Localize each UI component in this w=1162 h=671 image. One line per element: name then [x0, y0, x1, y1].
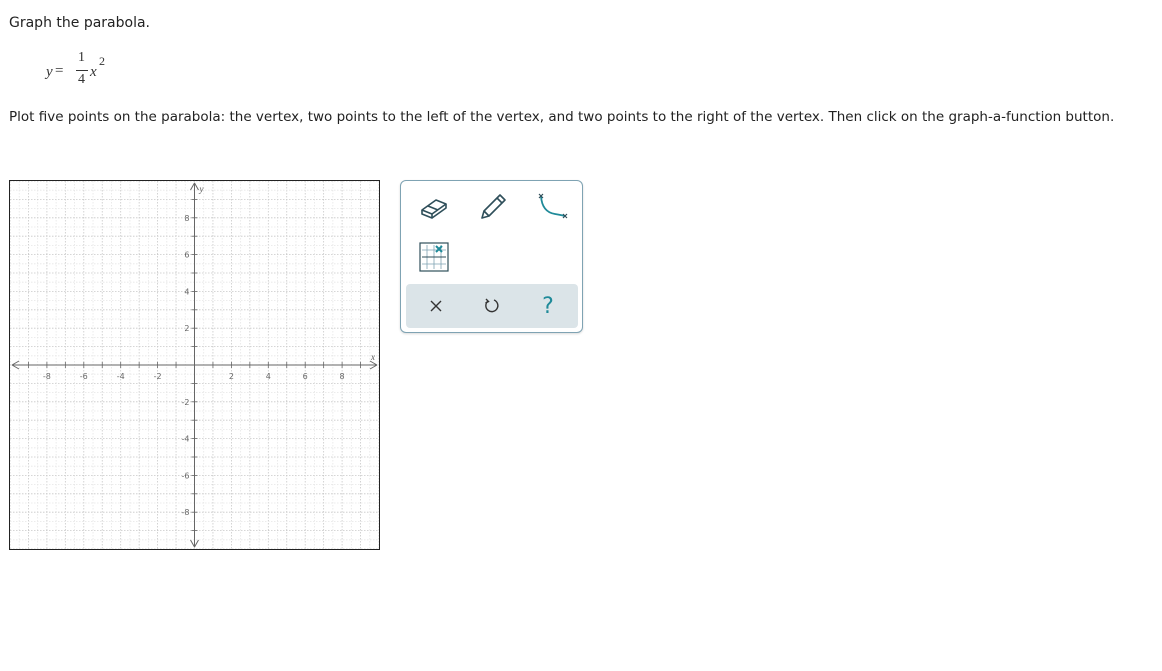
- equation-denominator: 4: [78, 72, 85, 87]
- x-tick-label: -2: [154, 372, 162, 381]
- clear-all-button[interactable]: [420, 290, 452, 322]
- y-tick-label: -2: [182, 398, 190, 407]
- grid-point-icon: [419, 242, 449, 272]
- undo-button[interactable]: [476, 290, 508, 322]
- y-tick-label: 6: [184, 251, 189, 260]
- eraser-icon: [421, 199, 447, 219]
- x-tick-label: 8: [340, 372, 345, 381]
- y-tick-label: 2: [184, 324, 189, 333]
- y-tick-label: -6: [182, 471, 190, 480]
- undo-icon: [485, 298, 499, 313]
- close-icon: [430, 300, 442, 312]
- coordinate-plane[interactable]: -8 -6 -4 -2 2 4 6 8 8 6 4 2 -2 -4 -6 -8 x y: [10, 181, 379, 549]
- equation-lhs: y: [46, 64, 53, 80]
- question-title: Graph the parabola.: [9, 15, 150, 31]
- x-tick-label: -4: [117, 372, 125, 381]
- fraction-bar: [76, 70, 88, 71]
- x-tick-label: -8: [43, 372, 51, 381]
- instructions: Plot five points on the parabola: the ve…: [9, 109, 1115, 125]
- y-axis-label: y: [199, 184, 204, 194]
- pencil-icon: [481, 194, 506, 219]
- point-tool[interactable]: [417, 240, 451, 274]
- x-tick-label: 6: [303, 372, 308, 381]
- equation-variable: x: [90, 64, 97, 80]
- help-icon: ?: [542, 293, 554, 319]
- curve-icon: [538, 193, 568, 219]
- equation: y = 1 4 x 2: [46, 50, 126, 90]
- graph-toolbar: ?: [400, 180, 583, 333]
- x-tick-label: -6: [80, 372, 88, 381]
- eraser-tool[interactable]: [417, 190, 451, 224]
- y-tick-label: 8: [184, 214, 189, 223]
- help-button[interactable]: ?: [532, 290, 564, 322]
- pencil-tool[interactable]: [476, 190, 510, 224]
- equation-numerator: 1: [78, 50, 85, 65]
- graph-area[interactable]: -8 -6 -4 -2 2 4 6 8 8 6 4 2 -2 -4 -6 -8 x y: [9, 180, 380, 550]
- y-tick-label: -8: [182, 508, 190, 517]
- y-tick-label: -4: [182, 435, 190, 444]
- graph-a-function-tool[interactable]: [535, 190, 569, 224]
- y-tick-label: 4: [184, 287, 189, 296]
- x-tick-label: 4: [266, 372, 271, 381]
- x-tick-label: 2: [229, 372, 234, 381]
- action-bar: ?: [406, 284, 578, 328]
- equation-exponent: 2: [99, 54, 105, 68]
- x-axis-label: x: [370, 352, 375, 362]
- equation-equals: =: [55, 63, 64, 79]
